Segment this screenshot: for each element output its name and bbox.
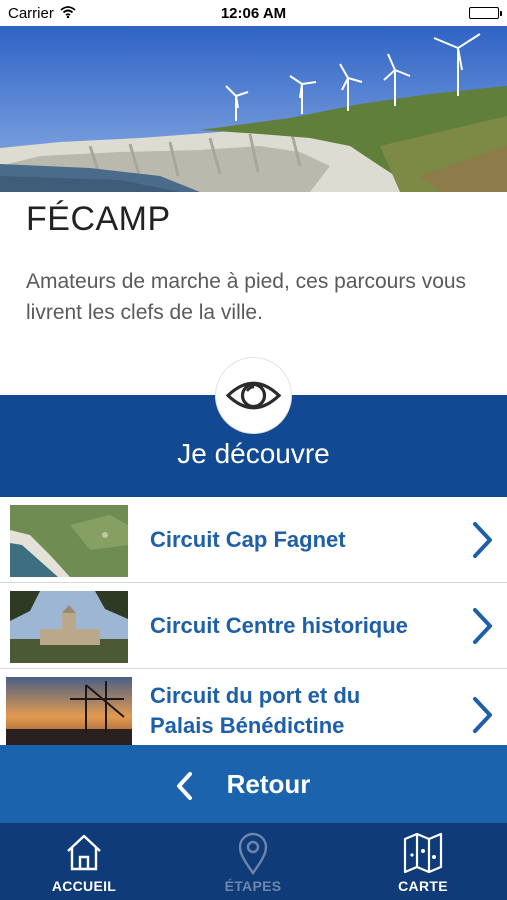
back-button[interactable]: Retour (0, 745, 507, 823)
circuit-list: Circuit Cap Fagnet Circuit Centre histor… (0, 497, 507, 747)
list-item-cap-fagnet[interactable]: Circuit Cap Fagnet (0, 497, 507, 583)
circuit-label-line1: Circuit du port et du (150, 683, 361, 708)
tab-label: ACCUEIL (51, 878, 117, 894)
chevron-right-icon (473, 522, 492, 558)
tab-etapes[interactable]: ÉTAPES (198, 823, 308, 900)
status-time: 12:06 AM (220, 5, 287, 22)
chevron-right-icon (473, 697, 492, 733)
discover-label: Je découvre (177, 438, 330, 469)
hero-image (0, 26, 507, 192)
circuit-label: Circuit Centre historique (150, 613, 408, 638)
port-palais-thumbnail (6, 677, 132, 747)
circuit-label-line2: Palais Bénédictine (150, 713, 345, 738)
home-icon (67, 834, 101, 871)
tab-label: CARTE (398, 878, 448, 894)
tab-bar: ACCUEIL ÉTAPES CARTE (0, 823, 507, 900)
list-item-centre-historique[interactable]: Circuit Centre historique (0, 583, 507, 669)
cap-fagnet-thumbnail (10, 505, 128, 577)
battery-icon (469, 7, 502, 19)
tab-label: ÉTAPES (224, 878, 282, 894)
intro-text: Amateurs de marche à pied, ces parcours … (26, 270, 467, 324)
status-bar: Carrier 12:06 AM (0, 0, 507, 26)
back-button-label: Retour (226, 769, 311, 799)
page-title: FÉCAMP (26, 200, 171, 238)
tab-carte[interactable]: CARTE (368, 823, 478, 900)
centre-historique-thumbnail (10, 591, 128, 663)
circuit-label: Circuit Cap Fagnet (150, 527, 346, 552)
tab-accueil[interactable]: ACCUEIL (29, 823, 139, 900)
eye-icon (225, 381, 282, 410)
list-item-port-palais[interactable]: Circuit du port et du Palais Bénédictine (0, 669, 507, 747)
circuit-label: Circuit du port et du Palais Bénédictine (150, 681, 360, 741)
chevron-right-icon (473, 608, 492, 644)
map-pin-icon (238, 832, 268, 876)
discover-eye-button[interactable] (216, 358, 291, 433)
folded-map-icon (403, 832, 443, 873)
